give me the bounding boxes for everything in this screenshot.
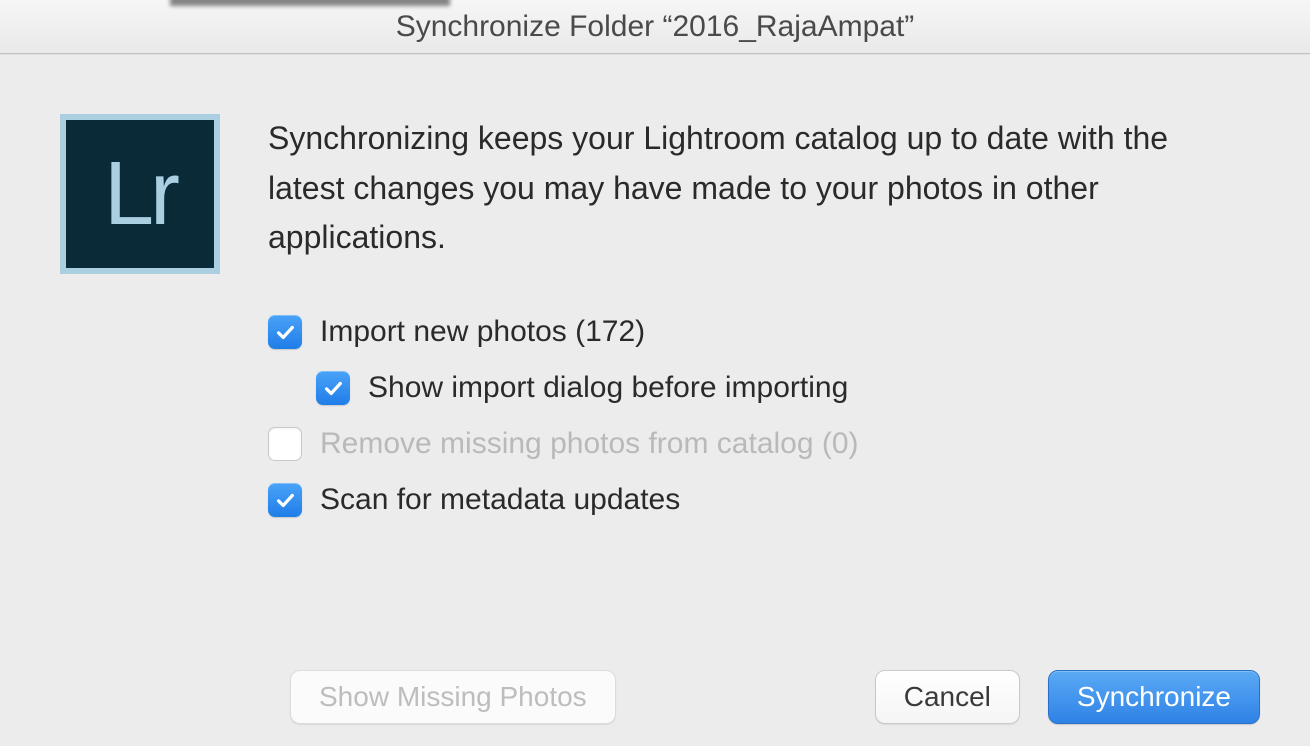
dialog-description: Synchronizing keeps your Lightroom catal… xyxy=(268,114,1270,263)
synchronize-button[interactable]: Synchronize xyxy=(1048,670,1260,724)
button-label: Synchronize xyxy=(1077,681,1231,713)
checkbox-show-dialog[interactable] xyxy=(316,371,350,405)
checkbox-scan-metadata[interactable] xyxy=(268,483,302,517)
options-group: Import new photos (172) Show import dial… xyxy=(268,315,1270,517)
checkbox-remove-missing xyxy=(268,427,302,461)
option-import-new-photos[interactable]: Import new photos (172) xyxy=(268,315,1270,349)
option-show-import-dialog[interactable]: Show import dialog before importing xyxy=(268,371,1270,405)
checkmark-icon xyxy=(274,489,296,511)
dialog-title: Synchronize Folder “2016_RajaAmpat” xyxy=(396,10,915,44)
option-label: Remove missing photos from catalog (0) xyxy=(320,427,859,461)
show-missing-photos-button: Show Missing Photos xyxy=(290,670,616,724)
option-label: Scan for metadata updates xyxy=(320,483,680,517)
button-label: Cancel xyxy=(904,681,991,713)
option-remove-missing-photos: Remove missing photos from catalog (0) xyxy=(268,427,1270,461)
option-label: Import new photos (172) xyxy=(320,315,645,349)
background-window-fragment xyxy=(170,0,450,6)
button-label: Show Missing Photos xyxy=(319,681,587,713)
option-scan-metadata[interactable]: Scan for metadata updates xyxy=(268,483,1270,517)
body-column: Synchronizing keeps your Lightroom catal… xyxy=(268,114,1270,517)
lightroom-app-icon: Lr xyxy=(60,114,220,274)
titlebar: Synchronize Folder “2016_RajaAmpat” xyxy=(0,0,1310,54)
checkmark-icon xyxy=(322,377,344,399)
checkmark-icon xyxy=(274,321,296,343)
icon-column: Lr xyxy=(60,114,220,517)
checkbox-import-new[interactable] xyxy=(268,315,302,349)
option-label: Show import dialog before importing xyxy=(368,371,848,405)
cancel-button[interactable]: Cancel xyxy=(875,670,1020,724)
app-icon-text: Lr xyxy=(104,143,176,246)
dialog-content: Lr Synchronizing keeps your Lightroom ca… xyxy=(0,54,1310,517)
button-row: Show Missing Photos Cancel Synchronize xyxy=(0,670,1310,724)
